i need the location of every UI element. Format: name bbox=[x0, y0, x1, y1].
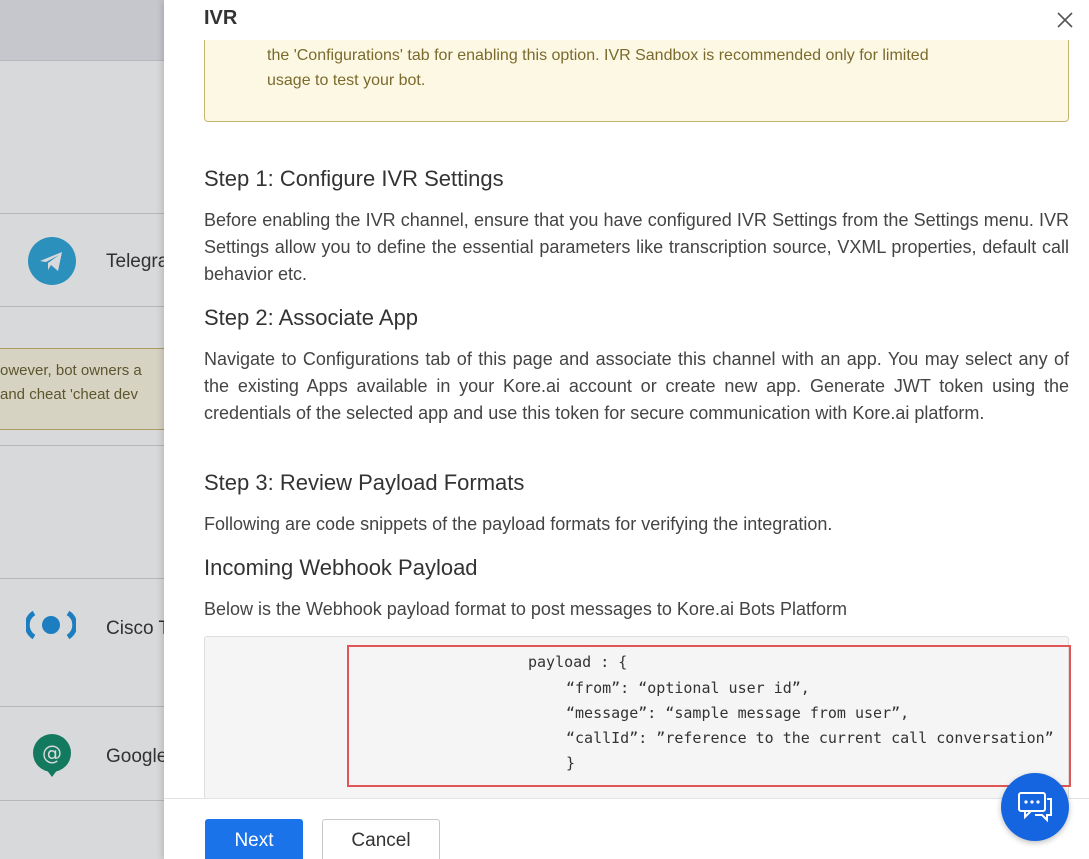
step1-heading: Step 1: Configure IVR Settings bbox=[204, 166, 504, 191]
close-button[interactable] bbox=[1053, 8, 1077, 32]
drawer-header: IVR bbox=[164, 0, 1089, 40]
highlight-box bbox=[347, 645, 1071, 787]
step3-heading: Step 3: Review Payload Formats bbox=[204, 470, 525, 495]
next-button[interactable]: Next bbox=[205, 819, 303, 859]
step2-text: Navigate to Configurations tab of this p… bbox=[204, 349, 1069, 423]
sandbox-warning: the 'Configurations' tab for enabling th… bbox=[204, 30, 1069, 122]
warning-line-1: the 'Configurations' tab for enabling th… bbox=[267, 47, 929, 64]
chat-widget-button[interactable] bbox=[1001, 773, 1069, 841]
overlay-backdrop[interactable] bbox=[0, 0, 164, 859]
drawer-footer: Next Cancel bbox=[164, 798, 1089, 859]
step1-text: Before enabling the IVR channel, ensure … bbox=[204, 210, 1069, 284]
chat-bubble-icon bbox=[1018, 792, 1052, 823]
step3-text: Following are code snippets of the paylo… bbox=[204, 514, 833, 534]
incoming-webhook-text: Below is the Webhook payload format to p… bbox=[204, 599, 847, 619]
warning-line-2: usage to test your bot. bbox=[267, 72, 426, 89]
cancel-button[interactable]: Cancel bbox=[322, 819, 440, 859]
step2-heading: Step 2: Associate App bbox=[204, 305, 419, 330]
incoming-webhook-heading: Incoming Webhook Payload bbox=[204, 555, 478, 580]
close-icon bbox=[1057, 12, 1073, 28]
drawer-title: IVR bbox=[204, 7, 238, 29]
